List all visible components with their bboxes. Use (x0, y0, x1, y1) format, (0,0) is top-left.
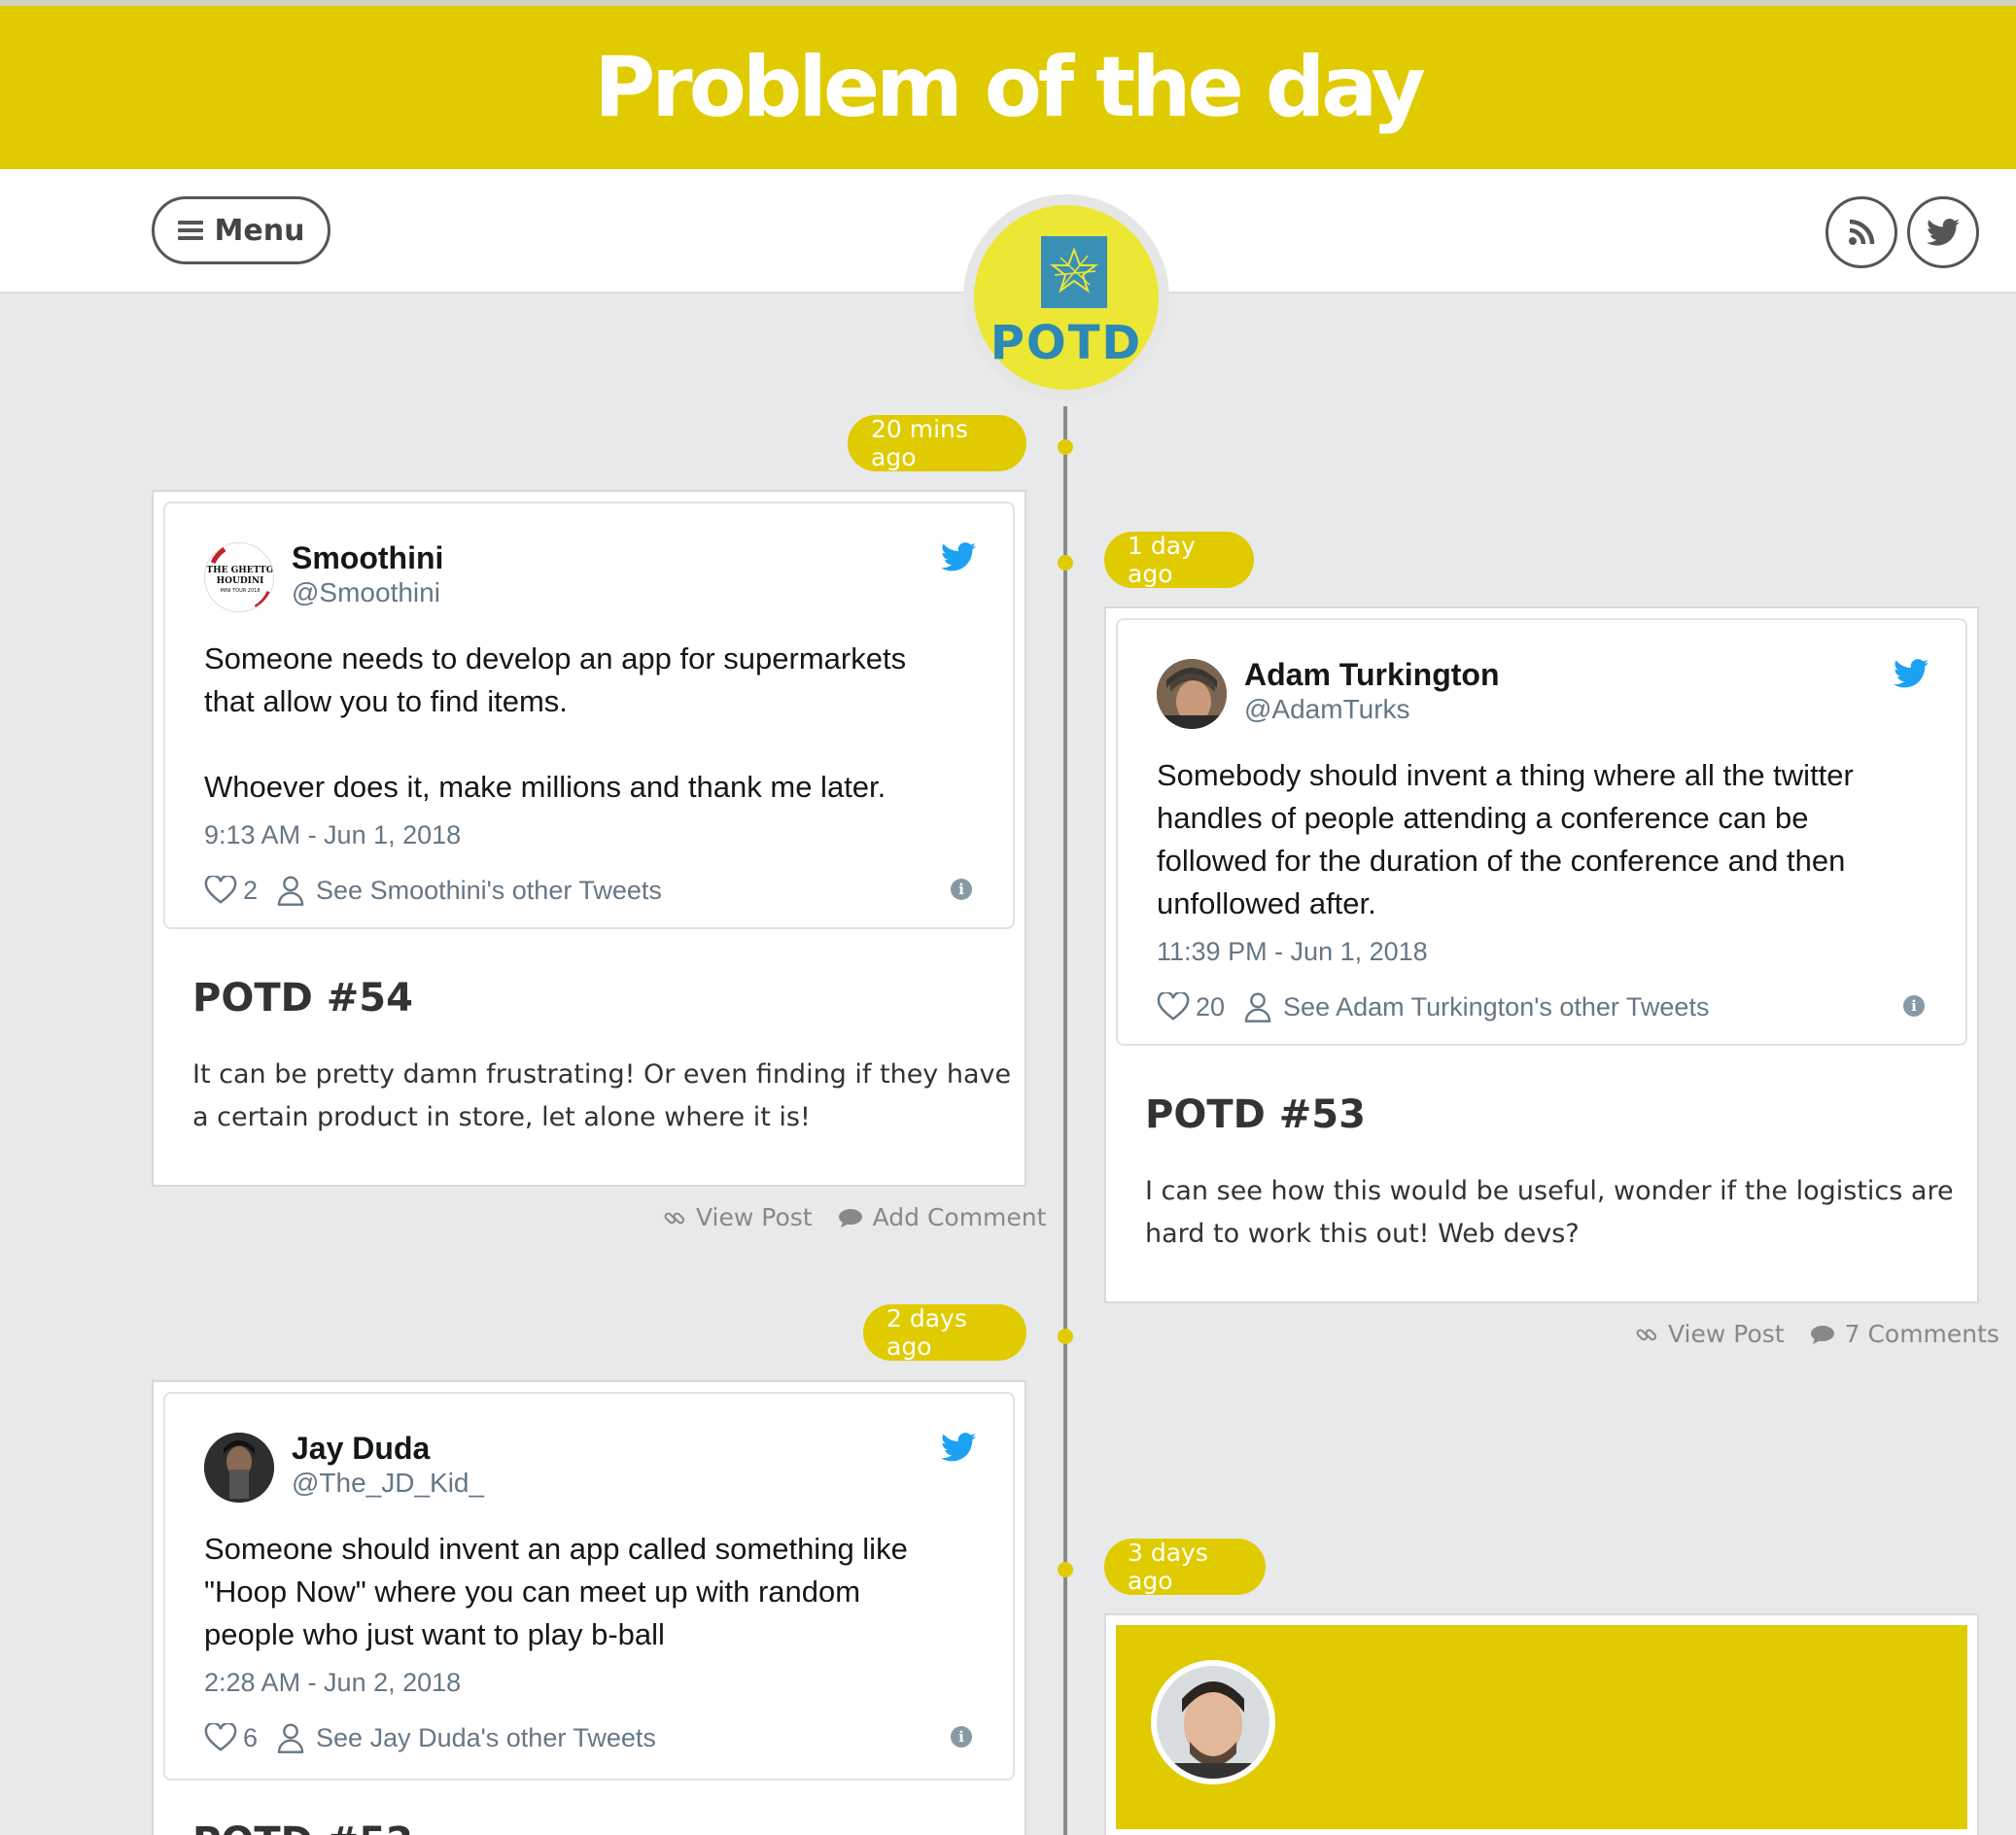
twitter-bird-icon[interactable] (941, 1433, 976, 1462)
tweet-text: Someone needs to develop an app for supe… (204, 641, 907, 804)
timeline-dot (1058, 1562, 1073, 1577)
link-icon (1636, 1329, 1657, 1340)
tweet-text: Somebody should invent a thing where all… (1157, 758, 1854, 920)
site-title[interactable]: Problem of the day (594, 39, 1425, 136)
timeline-dot (1058, 555, 1073, 571)
see-other-tweets-link[interactable]: See Smoothini's other Tweets (277, 875, 662, 906)
logo-badge: POTD (974, 205, 1159, 390)
tweet-author-handle[interactable]: @AdamTurks (1244, 694, 1410, 725)
embedded-tweet[interactable]: Adam Turkington @AdamTurks Somebody shou… (1116, 618, 1967, 1046)
tweet-actions: 20 See Adam Turkington's other Tweets (1157, 991, 1709, 1022)
tweet-timestamp[interactable]: 11:39 PM - Jun 1, 2018 (1157, 937, 1428, 967)
rss-icon (1849, 219, 1875, 245)
logo-text: POTD (990, 316, 1143, 370)
site-banner: Problem of the day (0, 6, 2016, 169)
twitter-button[interactable] (1907, 196, 1979, 268)
like-count: 6 (243, 1722, 259, 1752)
timeline-dot (1058, 439, 1073, 455)
tweet-text: Someone should invent an app called some… (204, 1532, 908, 1651)
like-count: 2 (243, 875, 259, 905)
avatar[interactable]: THE GHETTO HOUDINI MINI TOUR 2018 (204, 542, 274, 612)
tweet-author-name[interactable]: Smoothini (292, 540, 443, 576)
person-icon (1244, 992, 1271, 1022)
svg-text:MINI TOUR 2018: MINI TOUR 2018 (220, 588, 260, 594)
heart-icon (1157, 992, 1190, 1021)
person-icon (277, 1723, 304, 1753)
menu-button[interactable]: Menu (152, 196, 330, 264)
info-icon[interactable]: i (1903, 995, 1925, 1017)
post-header-banner (1116, 1625, 1967, 1829)
view-post-link[interactable]: View Post (663, 1203, 813, 1231)
post-card: Adam Turkington @AdamTurks Somebody shou… (1104, 606, 1979, 1303)
post-body: I can see how this would be useful, wond… (1145, 1176, 1954, 1249)
heart-icon (204, 1723, 237, 1751)
avatar[interactable] (1151, 1660, 1275, 1784)
post-title[interactable]: POTD #53 (1145, 1092, 1366, 1137)
like-count: 20 (1196, 991, 1226, 1021)
heart-icon (204, 876, 237, 904)
person-icon (277, 876, 304, 906)
post-body: It can be pretty damn frustrating! Or ev… (192, 1059, 1012, 1132)
rss-button[interactable] (1825, 196, 1897, 268)
post-footer: View Post Add Comment (663, 1203, 1046, 1231)
potd-logo[interactable]: POTD (963, 194, 1169, 400)
embedded-tweet[interactable]: THE GHETTO HOUDINI MINI TOUR 2018 Smooth… (163, 502, 1015, 929)
tweet-author-name[interactable]: Adam Turkington (1244, 657, 1500, 693)
tweet-author-name[interactable]: Jay Duda (292, 1431, 430, 1467)
tweet-author-handle[interactable]: @The_JD_Kid_ (292, 1468, 484, 1499)
avatar[interactable] (204, 1433, 274, 1503)
post-title[interactable]: POTD #54 (192, 976, 413, 1021)
svg-text:THE GHETTO: THE GHETTO (206, 566, 273, 575)
tweet-timestamp[interactable]: 9:13 AM - Jun 1, 2018 (204, 820, 461, 850)
info-icon[interactable]: i (951, 1726, 972, 1748)
tweet-timestamp[interactable]: 2:28 AM - Jun 2, 2018 (204, 1668, 461, 1698)
time-ago-badge: 20 mins ago (848, 415, 1026, 471)
time-ago-badge: 2 days ago (863, 1304, 1026, 1361)
comment-icon (838, 1208, 862, 1228)
comments-link[interactable]: 7 Comments (1810, 1320, 1999, 1348)
hamburger-icon (177, 221, 203, 240)
info-icon[interactable]: i (951, 879, 972, 900)
time-ago-badge: 1 day ago (1104, 532, 1254, 588)
see-other-tweets-link[interactable]: See Jay Duda's other Tweets (277, 1722, 656, 1753)
time-ago-badge: 3 days ago (1104, 1539, 1266, 1595)
twitter-bird-icon[interactable] (941, 542, 976, 571)
tweet-actions: 2 See Smoothini's other Tweets (204, 875, 662, 906)
add-comment-link[interactable]: Add Comment (838, 1203, 1046, 1231)
logo-star-icon (1041, 236, 1107, 308)
like-button[interactable]: 2 (204, 876, 258, 906)
embedded-tweet[interactable]: Jay Duda @The_JD_Kid_ Someone should inv… (163, 1392, 1015, 1781)
comment-icon (1810, 1325, 1834, 1344)
see-other-tweets-link[interactable]: See Adam Turkington's other Tweets (1244, 991, 1709, 1022)
twitter-bird-icon[interactable] (1894, 659, 1929, 688)
timeline-dot (1058, 1329, 1073, 1344)
post-card: THE GHETTO HOUDINI MINI TOUR 2018 Smooth… (152, 490, 1026, 1187)
like-button[interactable]: 20 (1157, 992, 1225, 1022)
like-button[interactable]: 6 (204, 1723, 258, 1753)
tweet-actions: 6 See Jay Duda's other Tweets (204, 1722, 656, 1753)
link-icon (664, 1212, 685, 1224)
post-card: Jay Duda @The_JD_Kid_ Someone should inv… (152, 1380, 1026, 1835)
post-footer: View Post 7 Comments (1635, 1320, 1999, 1348)
twitter-icon (1927, 218, 1960, 246)
post-title[interactable]: POTD #52 (192, 1819, 413, 1835)
menu-label: Menu (214, 213, 305, 248)
tweet-author-handle[interactable]: @Smoothini (292, 577, 440, 608)
svg-text:HOUDINI: HOUDINI (217, 576, 264, 586)
post-card (1104, 1613, 1979, 1835)
timeline-line (1063, 406, 1067, 1835)
view-post-link[interactable]: View Post (1635, 1320, 1785, 1348)
avatar[interactable] (1157, 659, 1227, 729)
